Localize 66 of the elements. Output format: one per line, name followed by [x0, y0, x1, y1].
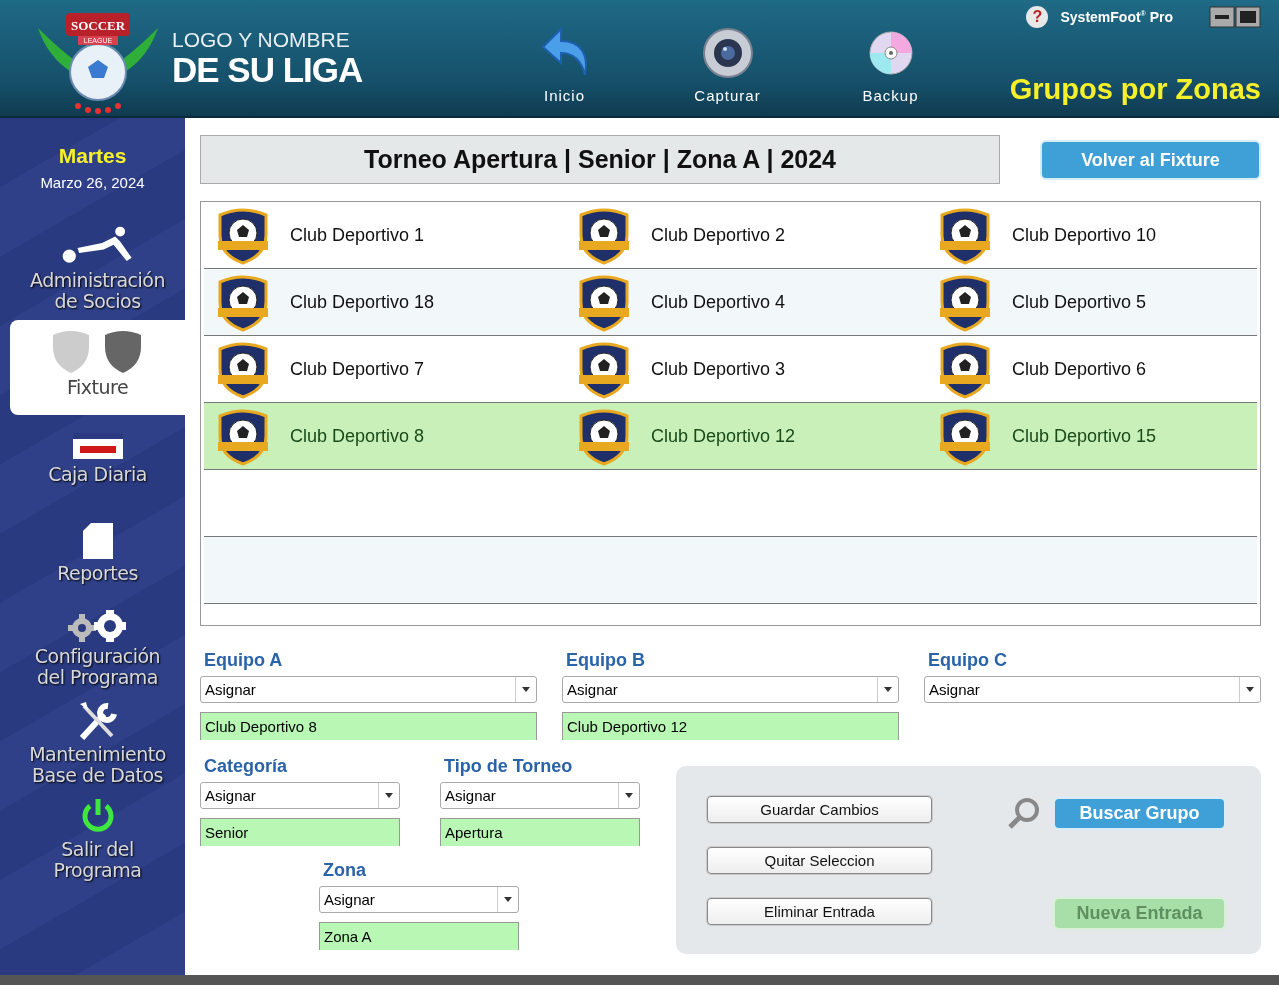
dropdown[interactable]: Asignar [200, 676, 537, 703]
field-label: Equipo B [565, 650, 646, 672]
search-icon [1007, 796, 1041, 830]
nav-button[interactable]: Backup [828, 0, 953, 116]
team-name: Club Deportivo 7 [290, 358, 425, 380]
team-name: Club Deportivo 2 [651, 224, 786, 246]
group-row[interactable]: Club Deportivo 18 Club Deportivo 4 Club Deportivo 5 [204, 269, 1257, 336]
caret-icon [1246, 687, 1254, 692]
camera-lens-icon [701, 27, 754, 79]
help-button[interactable]: ? [1026, 6, 1049, 28]
caret-icon [385, 793, 393, 798]
sidebar-item[interactable]: Administración de Socios [10, 225, 185, 320]
team-name: Club Deportivo 10 [1012, 224, 1157, 246]
dropdown[interactable]: Asignar [319, 886, 519, 913]
group-row[interactable]: Club Deportivo 8 Club Deportivo 12 Club Deportivo 15 [204, 403, 1257, 470]
action-button[interactable]: Guardar Cambios [707, 796, 932, 823]
date: Marzo 26, 2024 [39, 174, 146, 191]
sidebar-item[interactable]: Configuración del Programa [10, 605, 185, 700]
assigned-value-field[interactable]: Apertura [440, 818, 640, 846]
sidebar-item[interactable]: Mantenimiento Base de Datos [10, 700, 185, 795]
action-button[interactable]: Quitar Seleccion [707, 847, 932, 874]
field-label: Equipo C [927, 650, 1008, 672]
weekday: Martes [57, 144, 128, 168]
minimize-icon[interactable] [1209, 6, 1235, 28]
field-label: Categoría [203, 756, 289, 778]
team-name: Club Deportivo 5 [1012, 291, 1147, 313]
league-name-title: DE SU LIGA [172, 52, 364, 88]
assigned-value-field[interactable]: Senior [200, 818, 400, 846]
team-name: Club Deportivo 15 [1012, 425, 1157, 447]
field-label: Zona [322, 860, 367, 882]
brand-name: SystemFoot$^{®}$ Pro [1060, 9, 1173, 25]
field-label: Equipo A [203, 650, 284, 672]
maximize-icon[interactable] [1235, 6, 1261, 28]
sidebar-item[interactable]: Reportes [10, 510, 185, 605]
cash-box-icon [71, 432, 124, 460]
page-title: Grupos por Zonas [1009, 73, 1261, 106]
assigned-value-field[interactable]: Zona A [319, 922, 519, 950]
field-label: Tipo de Torneo [443, 756, 574, 778]
tournament-title: Torneo Apertura | Senior | Zona A | 2024 [200, 135, 1000, 184]
team-name: Club Deportivo 12 [651, 425, 796, 447]
assigned-value-field[interactable]: Club Deportivo 12 [562, 712, 899, 740]
sidebar-item[interactable]: Caja Diaria [10, 415, 185, 510]
team-name: Club Deportivo 4 [651, 291, 786, 313]
dropdown[interactable]: Asignar [440, 782, 640, 809]
team-name: Club Deportivo 8 [290, 425, 425, 447]
sidebar-item[interactable]: Salir del Programa [10, 795, 185, 890]
assigned-value-field[interactable]: Club Deportivo 8 [200, 712, 537, 740]
caret-icon [884, 687, 892, 692]
dropdown[interactable]: Asignar [562, 676, 899, 703]
document-icon [82, 523, 113, 559]
dropdown[interactable]: Asignar [924, 676, 1261, 703]
sidebar-item[interactable]: Fixture [10, 320, 185, 415]
league-name-line: LOGO Y NOMBRE [172, 28, 351, 52]
caret-icon [522, 687, 530, 692]
nav-button[interactable]: Inicio [502, 0, 627, 116]
team-name: Club Deportivo 18 [290, 291, 435, 313]
wrench-and-screwdriver-icon [77, 701, 118, 740]
action-button[interactable]: Eliminar Entrada [707, 898, 932, 925]
caret-icon [625, 793, 633, 798]
team-name: Club Deportivo 1 [290, 224, 425, 246]
caret-icon [504, 897, 512, 902]
nav-button[interactable]: Capturar [665, 0, 790, 116]
team-name: Club Deportivo 3 [651, 358, 786, 380]
team-name: Club Deportivo 6 [1012, 358, 1147, 380]
dropdown[interactable]: Asignar [200, 782, 400, 809]
gears-icon [67, 609, 128, 642]
